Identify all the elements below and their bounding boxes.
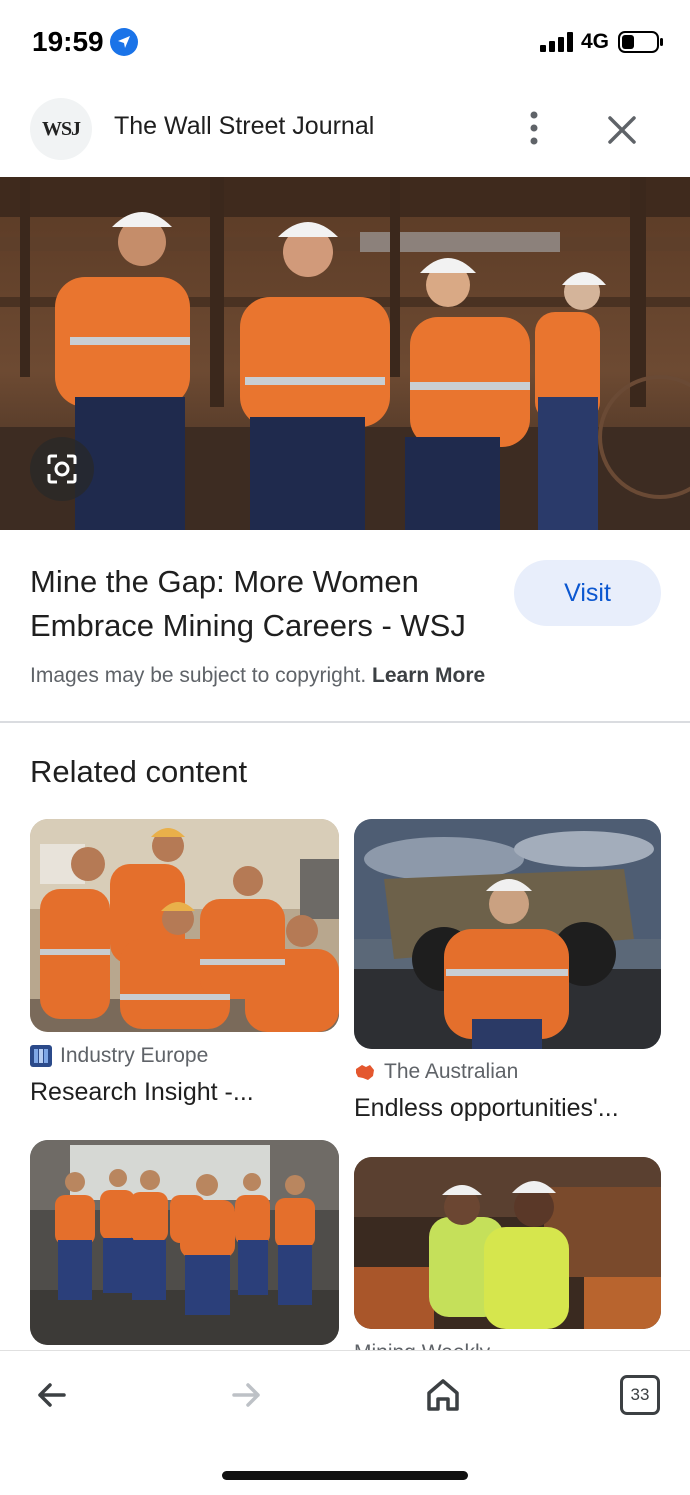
related-image-2[interactable]: [354, 819, 661, 1049]
divider: [0, 721, 690, 723]
forward-arrow-icon[interactable]: [224, 1373, 268, 1417]
source-name: The Australian: [384, 1060, 519, 1083]
source-name: Industry Europe: [60, 1044, 209, 1067]
related-image-3[interactable]: [30, 1140, 339, 1345]
clock: 19:59: [32, 26, 104, 57]
back-arrow-icon[interactable]: [30, 1373, 74, 1417]
hero-image[interactable]: [0, 177, 690, 530]
copyright-notice: Images may be subject to copyright. Lear…: [30, 664, 485, 688]
more-options-icon[interactable]: [518, 108, 550, 148]
the-australian-favicon: [356, 1065, 374, 1080]
site-logo: WSJ: [30, 98, 92, 160]
close-icon[interactable]: [602, 110, 642, 150]
result-headline[interactable]: Mine the Gap: More Women Embrace Mining …: [30, 560, 480, 648]
visit-button[interactable]: Visit: [514, 560, 661, 626]
battery-icon: [618, 31, 663, 53]
related-content-heading: Related content: [30, 754, 248, 789]
site-title[interactable]: The Wall Street Journal: [114, 112, 374, 141]
related-source-2: The Australian: [354, 1060, 518, 1084]
network-type: 4G: [581, 30, 610, 53]
home-icon[interactable]: [421, 1373, 465, 1417]
industry-europe-favicon: [30, 1045, 52, 1067]
related-caption-1[interactable]: Research Insight -...: [30, 1078, 339, 1107]
home-indicator: [222, 1471, 468, 1480]
related-source-1: Industry Europe: [30, 1044, 208, 1068]
status-bar: 19:59 4G: [0, 0, 690, 88]
copyright-text: Images may be subject to copyright.: [30, 664, 367, 687]
related-image-4[interactable]: [354, 1157, 661, 1329]
location-arrow-icon: [110, 28, 138, 56]
browser-toolbar: 33: [0, 1350, 690, 1495]
learn-more-link[interactable]: Learn More: [372, 664, 485, 687]
lens-search-icon[interactable]: [30, 437, 94, 501]
viewer-header: WSJ The Wall Street Journal: [0, 90, 690, 176]
related-caption-2[interactable]: Endless opportunities'...: [354, 1094, 661, 1123]
cellular-signal-icon: [540, 32, 573, 52]
tab-switcher-button[interactable]: 33: [620, 1375, 660, 1415]
related-image-1[interactable]: [30, 819, 339, 1032]
